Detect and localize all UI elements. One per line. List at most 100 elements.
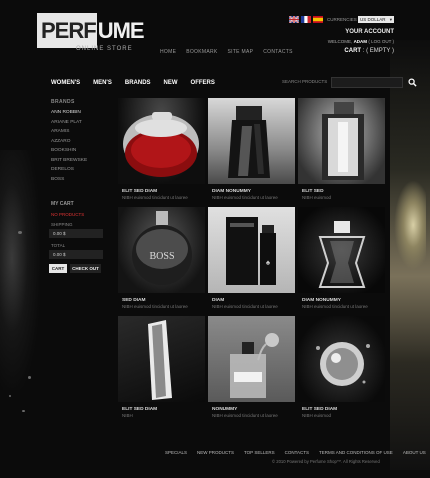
search-button[interactable] (405, 77, 419, 88)
tagline: ONLINE STORE (76, 46, 133, 52)
uk-flag-icon[interactable] (289, 16, 299, 23)
brand-item[interactable]: ANN ROBBIN (51, 110, 87, 120)
product-card[interactable]: NONUMMY NIBH euismod tincidunt ut laoree (208, 316, 295, 420)
water-drop (28, 376, 31, 379)
header-cart[interactable]: CART : ( EMPTY ) (344, 48, 394, 54)
cart-items: NO PRODUCTS (51, 212, 85, 217)
product-image[interactable]: ♠ (208, 207, 295, 293)
product-name[interactable]: DIAM NONUMMY (212, 189, 295, 194)
nav-item-brands[interactable]: BRANDS (125, 80, 151, 86)
product-image[interactable] (118, 316, 205, 402)
background-right-bottle (390, 40, 430, 470)
footer-link-new-products[interactable]: NEW PRODUCTS (197, 450, 234, 455)
logo-text-right: UME (97, 18, 145, 43)
product-card[interactable]: ♠ DIAM NIBH euismod tincidunt ut laoree (208, 207, 295, 311)
product-name[interactable]: NONUMMY (212, 407, 295, 412)
product-name[interactable]: DIAM NONUMMY (302, 298, 385, 303)
brand-item[interactable]: BOSS (51, 177, 87, 187)
product-description: NIBH euismod tincidunt ut laoree (212, 413, 278, 418)
product-description: NIBH euismod (302, 195, 332, 200)
brand-item[interactable]: ARAMIS (51, 129, 87, 139)
currency-value: US DOLLAR (360, 17, 386, 22)
product-card[interactable]: ELIT SED NIBH euismod (298, 98, 385, 202)
cart-button[interactable]: CART (49, 264, 67, 273)
product-image[interactable] (298, 98, 385, 184)
search-label: SEARCH PRODUCTS (282, 79, 328, 84)
product-description: NIBH euismod (302, 413, 332, 418)
water-drop (22, 410, 25, 412)
brand-item[interactable]: AZZARO (51, 139, 87, 149)
search-icon (407, 78, 417, 87)
product-card[interactable]: DIAM NONUMMY NIBH euismod tincidunt ut l… (208, 98, 295, 202)
brand-item[interactable]: ARIANE PLAT (51, 120, 87, 130)
product-name[interactable]: SED DIAM (122, 298, 205, 303)
product-description: NIBH (122, 413, 133, 418)
product-description: NIBH euismod tincidunt ut laoree (212, 304, 278, 309)
logout-link[interactable]: ( LOG OUT ) (368, 39, 394, 44)
spain-flag-icon[interactable] (313, 16, 323, 23)
france-flag-icon[interactable] (301, 16, 311, 23)
footer-link-about[interactable]: ABOUT US (403, 450, 426, 455)
brand-list: ANN ROBBIN ARIANE PLAT ARAMIS AZZARO BOO… (51, 110, 87, 186)
water-drop (18, 231, 22, 234)
your-account-link[interactable]: YOUR ACCOUNT (345, 29, 394, 35)
checkout-button[interactable]: CHECK OUT (70, 264, 101, 273)
product-description: NIBH euismod tincidunt ut laoree (302, 304, 368, 309)
my-cart-panel: MY CART NO PRODUCTS SHIPPING 0.00 $ TOTA… (49, 201, 105, 273)
main-nav: WOMEN'S MEN'S BRANDS NEW OFFERS SEARCH P… (37, 75, 417, 91)
product-description: NIBH euismod tincidunt ut laoree (212, 195, 278, 200)
product-name[interactable]: ELIT SED DIAM (122, 407, 205, 412)
product-name[interactable]: DIAM (212, 298, 295, 303)
logo-text-left: PERF (37, 13, 97, 48)
product-description: NIBH euismod tincidunt ut laoree (122, 195, 188, 200)
currencies-label: CURRENCIES (327, 17, 357, 22)
product-image[interactable] (118, 98, 205, 184)
nav-item-mens[interactable]: MEN'S (93, 80, 112, 86)
product-card[interactable]: BOSS SED DIAM NIBH euismod tincidunt ut … (118, 207, 205, 311)
product-image[interactable] (298, 207, 385, 293)
product-image[interactable] (298, 316, 385, 402)
chevron-down-icon: ▾ (389, 17, 392, 22)
footer-link-contacts[interactable]: CONTACTS (285, 450, 309, 455)
header-cart-label: CART (344, 48, 362, 54)
top-link-sitemap[interactable]: SITE MAP (228, 49, 254, 55)
shipping-value: 0.00 $ (49, 229, 103, 238)
footer-link-top-sellers[interactable]: TOP SELLERS (244, 450, 275, 455)
welcome-prefix: WELCOME, (327, 39, 353, 44)
logo[interactable]: PERF UME (37, 13, 145, 48)
shipping-label: SHIPPING (51, 222, 73, 227)
product-card[interactable]: ELIT SED DIAM NIBH euismod tincidunt ut … (118, 98, 205, 202)
header-cart-status: : ( EMPTY ) (362, 48, 394, 54)
product-card[interactable]: ELIT SED DIAM NIBH (118, 316, 205, 420)
product-description: NIBH euismod tincidunt ut laoree (122, 304, 188, 309)
product-name[interactable]: ELIT SED DIAM (302, 407, 385, 412)
product-image[interactable]: BOSS (118, 207, 205, 293)
product-card[interactable]: ELIT SED DIAM NIBH euismod (298, 316, 385, 420)
welcome-text: WELCOME, ADAM ( LOG OUT ) (328, 39, 394, 44)
copyright: © 2010 Powered by Perfume Shop™. All Rig… (272, 459, 380, 464)
product-image[interactable] (208, 316, 295, 402)
search-input[interactable] (331, 77, 403, 88)
footer-nav: SPECIALS NEW PRODUCTS TOP SELLERS CONTAC… (165, 450, 426, 455)
nav-item-new[interactable]: NEW (164, 80, 178, 86)
brand-item[interactable]: BRIT BREWSKE (51, 158, 87, 168)
top-link-home[interactable]: HOME (160, 49, 176, 55)
nav-item-offers[interactable]: OFFERS (191, 80, 215, 86)
svg-text:BOSS: BOSS (149, 251, 174, 262)
currency-select[interactable]: US DOLLAR ▾ (358, 16, 394, 23)
cart-title: MY CART (51, 201, 74, 207)
brand-item[interactable]: DERELOS (51, 167, 87, 177)
top-links: HOME BOOKMARK SITE MAP CONTACTS (160, 49, 293, 55)
nav-item-womens[interactable]: WOMEN'S (51, 80, 80, 86)
background-left-splash (0, 150, 40, 390)
product-card[interactable]: DIAM NONUMMY NIBH euismod tincidunt ut l… (298, 207, 385, 311)
top-link-bookmark[interactable]: BOOKMARK (186, 49, 217, 55)
product-name[interactable]: ELIT SED (302, 189, 385, 194)
top-link-contacts[interactable]: CONTACTS (263, 49, 293, 55)
product-image[interactable] (208, 98, 295, 184)
footer-link-specials[interactable]: SPECIALS (165, 450, 187, 455)
brand-item[interactable]: BOOKSHIN (51, 148, 87, 158)
product-name[interactable]: ELIT SED DIAM (122, 189, 205, 194)
footer-link-terms[interactable]: TERMS AND CONDITIONS OF USE (319, 450, 393, 455)
total-value: 0.00 $ (49, 250, 103, 259)
